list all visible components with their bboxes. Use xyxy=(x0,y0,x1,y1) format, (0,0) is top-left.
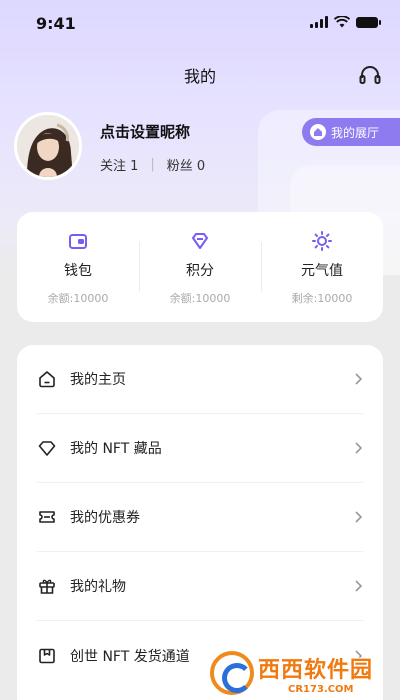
menu-item-gifts[interactable]: 我的礼物 xyxy=(37,552,363,621)
site-watermark: 西西软件园 CR173.COM xyxy=(210,650,395,696)
watermark-text: 西西软件园 CR173.COM xyxy=(258,652,373,695)
diamond-icon xyxy=(192,233,208,249)
stat-label: 元气值 xyxy=(301,263,343,279)
menu-label: 我的 NFT 藏品 xyxy=(70,441,162,457)
followers-count[interactable]: 粉丝 0 xyxy=(167,155,205,174)
gift-icon xyxy=(39,579,55,594)
my-gallery-button[interactable]: 我的展厅 xyxy=(302,118,400,146)
menu-item-coupons[interactable]: 我的优惠券 xyxy=(37,483,363,552)
assets-card: 钱包 余额:10000 积分 余额:10000 元气值 剩余:10000 xyxy=(17,212,383,322)
stat-label: 钱包 xyxy=(64,263,92,279)
menu-label: 我的礼物 xyxy=(70,579,126,595)
menu-item-nft-collection[interactable]: 我的 NFT 藏品 xyxy=(37,414,363,483)
stat-balance: 余额:10000 xyxy=(47,292,109,305)
menu-card: 我的主页 我的 NFT 藏品 我的优惠券 我的礼物 创世 NFT 发货通道 xyxy=(17,345,383,700)
signal-icon xyxy=(310,16,328,28)
wifi-icon xyxy=(334,16,350,28)
nickname-link[interactable]: 点击设置昵称 xyxy=(100,121,190,142)
following-count[interactable]: 关注 1 xyxy=(100,155,138,174)
status-bar: 9:41 xyxy=(0,0,400,48)
coupon-icon xyxy=(39,511,55,523)
chevron-right-icon xyxy=(355,511,363,523)
home-icon xyxy=(39,371,55,388)
status-time: 9:41 xyxy=(36,14,76,33)
stat-balance: 剩余:10000 xyxy=(291,292,353,305)
sun-icon xyxy=(312,231,332,251)
status-icons xyxy=(310,16,381,28)
chevron-right-icon xyxy=(355,580,363,592)
issue-icon xyxy=(39,648,55,663)
watermark-logo-icon xyxy=(210,651,254,695)
stat-wallet[interactable]: 钱包 余额:10000 xyxy=(17,212,139,322)
chevron-right-icon xyxy=(355,373,363,385)
gallery-house-icon xyxy=(310,124,326,140)
menu-label: 我的优惠券 xyxy=(70,510,140,526)
menu-item-homepage[interactable]: 我的主页 xyxy=(37,345,363,414)
watermark-main: 西西软件园 xyxy=(258,657,374,683)
gem-icon xyxy=(38,441,56,456)
stat-vitality[interactable]: 元气值 剩余:10000 xyxy=(261,212,383,322)
separator: | xyxy=(150,157,155,172)
headset-icon[interactable] xyxy=(358,64,382,86)
avatar[interactable] xyxy=(14,112,82,180)
wallet-icon xyxy=(69,234,87,249)
chevron-right-icon xyxy=(355,442,363,454)
battery-icon xyxy=(356,17,381,28)
menu-label: 我的主页 xyxy=(70,372,126,388)
stat-points[interactable]: 积分 余额:10000 xyxy=(139,212,261,322)
stat-balance: 余额:10000 xyxy=(169,292,231,305)
follow-stats: 关注 1 | 粉丝 0 xyxy=(100,155,205,174)
stat-label: 积分 xyxy=(186,263,214,279)
my-gallery-label: 我的展厅 xyxy=(331,125,380,140)
avatar-portrait-icon xyxy=(17,115,79,177)
watermark-sub: CR173.COM xyxy=(288,683,354,695)
page-title: 我的 xyxy=(183,67,216,86)
